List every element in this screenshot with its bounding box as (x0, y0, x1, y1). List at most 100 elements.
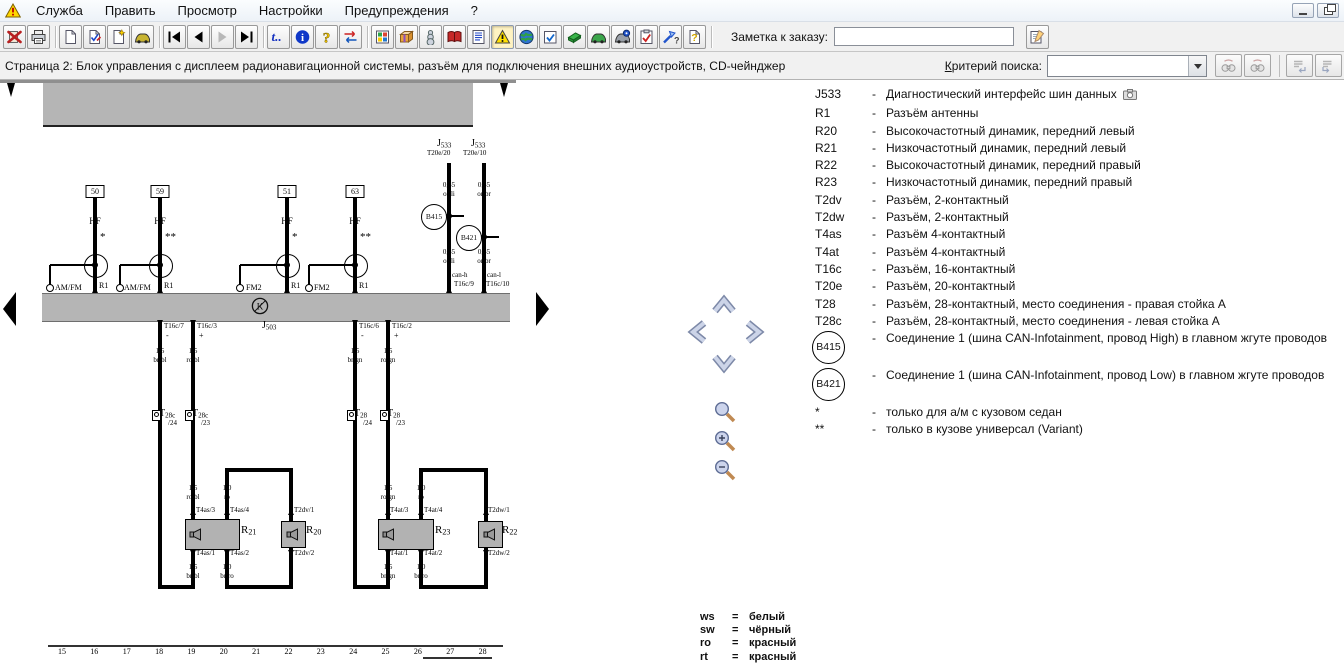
legend-dash: - (872, 261, 886, 278)
next-page-button[interactable] (211, 25, 234, 49)
wire-color-row: ws=белый (700, 611, 796, 624)
menu-item-4[interactable]: Предупреждения (334, 1, 460, 20)
connector-arrow-icon (190, 320, 196, 326)
list-back-button[interactable] (1286, 54, 1313, 77)
swap-button[interactable] (339, 25, 362, 49)
legend-term: * (815, 404, 872, 421)
zoom-tool-button[interactable] (713, 400, 737, 427)
component-label: T28 (354, 409, 367, 419)
menu-bar: СлужбаПравитьПросмотрНастройкиПредупрежд… (0, 0, 1344, 22)
combo-dropdown-button[interactable] (1188, 56, 1206, 76)
search-criteria-combobox[interactable] (1047, 55, 1207, 77)
legend-row: T20e-Разъём, 20-контактный (815, 278, 1342, 295)
legend-row: T28c-Разъём, 28-контактный, место соедин… (815, 313, 1342, 330)
document-help-button[interactable]: ? (683, 25, 706, 49)
legend-dash: - (872, 404, 886, 421)
help-button[interactable]: ? (315, 25, 338, 49)
combo-value (1048, 56, 1188, 76)
menu-item-2[interactable]: Просмотр (167, 1, 248, 20)
parts-catalog-button[interactable] (371, 25, 394, 49)
minimize-button[interactable] (1292, 3, 1314, 18)
menu-item-1[interactable]: Править (94, 1, 167, 20)
search-back-button[interactable] (1244, 54, 1271, 77)
menu-item-3[interactable]: Настройки (248, 1, 334, 20)
menu-item-0[interactable]: Служба (25, 1, 94, 20)
legend-row: J533-Диагностический интерфейс шин данны… (815, 86, 1342, 105)
legend-row: T2dv-Разъём, 2-контактный (815, 192, 1342, 209)
component-subscript: 503 (266, 323, 277, 331)
open-terminal (116, 284, 124, 292)
wire-segment (486, 236, 499, 238)
wire-label: T16c/6 (359, 323, 379, 330)
exit-button[interactable] (3, 25, 26, 49)
legend-desc-text: Соединение 1 (шина CAN-Infotainment, про… (886, 368, 1324, 382)
manual-button[interactable] (443, 25, 466, 49)
junction-dot (284, 262, 290, 268)
wire-segment (353, 585, 390, 589)
legend-row: T4at-Разъём 4-контактный (815, 244, 1342, 261)
chevron-up-icon (710, 294, 738, 316)
legend-desc: Разъём, 2-контактный (886, 209, 1342, 226)
wire-label: T2dv/1 (294, 507, 314, 514)
restore-button[interactable] (1317, 3, 1339, 18)
wire-label: T2dw/1 (488, 507, 510, 514)
order-note-input[interactable] (834, 27, 1014, 46)
component-label: J533 (471, 139, 485, 149)
components-button[interactable] (419, 25, 442, 49)
zoom-in-button[interactable] (713, 429, 737, 456)
list-button[interactable] (467, 25, 490, 49)
new-entry-button[interactable] (107, 25, 130, 49)
legend-desc: Разъём, 28-контактный, место соединения … (886, 296, 1342, 313)
legend-desc: Разъём, 20-контактный (886, 278, 1342, 295)
checkbox-button[interactable] (539, 25, 562, 49)
prev-page-button[interactable] (187, 25, 210, 49)
last-page-button[interactable] (235, 25, 258, 49)
track-number: 19 (187, 648, 195, 656)
wire-color-code: sw (700, 624, 732, 637)
camera-icon[interactable] (1123, 88, 1137, 105)
wire-color-value: чёрный (749, 624, 791, 637)
history-button[interactable]: t.. (267, 25, 290, 49)
menu-item-5[interactable]: ? (460, 1, 489, 20)
speaker-icon (189, 528, 204, 546)
globe-button[interactable] (515, 25, 538, 49)
legend-dash: - (872, 244, 886, 261)
chevron-down-icon (1194, 64, 1202, 73)
wire-label: 1,5 (156, 348, 165, 355)
tools-help-button[interactable]: ? (659, 25, 682, 49)
legend-row: *-только для а/м с кузовом седан (815, 404, 1342, 421)
pan-up-button[interactable] (710, 294, 738, 319)
car-search-button[interactable] (611, 25, 634, 49)
track-number: 16 (90, 648, 98, 656)
pan-right-button[interactable] (743, 318, 765, 349)
open-terminal (236, 284, 244, 292)
zoom-out-button[interactable] (713, 458, 737, 485)
legend-desc: Диагностический интерфейс шин данных (886, 86, 1342, 105)
warnings-button[interactable] (491, 25, 514, 49)
list-forward-button[interactable] (1315, 54, 1342, 77)
properties-button[interactable] (1026, 25, 1049, 49)
order-check-button[interactable] (635, 25, 658, 49)
green-car-button[interactable] (587, 25, 610, 49)
first-page-button[interactable] (163, 25, 186, 49)
legend-term-circled: B421 (812, 368, 845, 401)
package-button[interactable] (395, 25, 418, 49)
svg-text:i: i (301, 32, 304, 44)
wire-label: can-h (452, 272, 468, 279)
legend-desc: Низкочастотный динамик, передний правый (886, 174, 1342, 191)
vehicle-button[interactable] (131, 25, 154, 49)
search-forward-button[interactable] (1215, 54, 1242, 77)
speaker-box (378, 519, 434, 550)
new-document-button[interactable] (59, 25, 82, 49)
info-button[interactable]: i (291, 25, 314, 49)
wire-label: 0,35 (478, 249, 490, 256)
eraser-button[interactable] (563, 25, 586, 49)
track-number: 18 (155, 648, 163, 656)
pan-left-button[interactable] (687, 318, 709, 349)
print-button[interactable] (27, 25, 50, 49)
pan-down-button[interactable] (710, 352, 738, 377)
splice-node-label: B415 (422, 205, 446, 229)
legend-desc-text: Разъём, 28-контактный, место соединения … (886, 297, 1226, 311)
edit-document-button[interactable] (83, 25, 106, 49)
legend-desc-text: только в кузове универсал (Variant) (886, 422, 1083, 436)
